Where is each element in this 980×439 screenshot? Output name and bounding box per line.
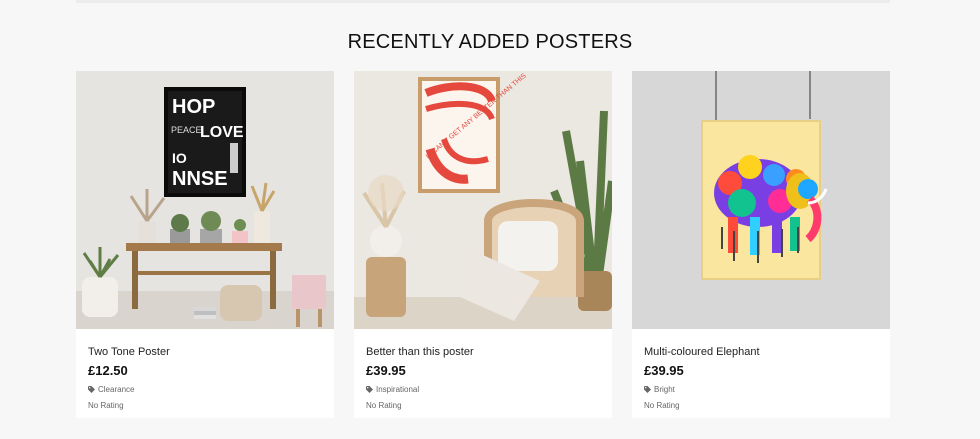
product-price: £39.95: [644, 363, 684, 378]
product-category[interactable]: Bright: [644, 385, 675, 394]
product-card[interactable]: IT CAN'T GET ANY BETTER THAN THIS Better…: [354, 71, 612, 418]
category-label[interactable]: Clearance: [98, 385, 134, 394]
product-image[interactable]: [632, 71, 890, 329]
product-price: £12.50: [88, 363, 128, 378]
tag-icon: [366, 386, 373, 393]
tag-icon: [644, 386, 651, 393]
section-heading: RECENTLY ADDED POSTERS: [347, 31, 633, 53]
product-title[interactable]: Better than this poster: [366, 346, 474, 358]
product-rating: No Rating: [88, 401, 124, 410]
product-category[interactable]: Clearance: [88, 385, 134, 394]
product-title[interactable]: Two Tone Poster: [88, 346, 170, 358]
tag-icon: [88, 386, 95, 393]
product-category[interactable]: Inspirational: [366, 385, 419, 394]
product-grid: HOP LOVE PEACE IO NNSE Two Tone Poster £…: [76, 71, 890, 421]
svg-text:IO: IO: [172, 150, 187, 166]
product-rating: No Rating: [366, 401, 402, 410]
product-card[interactable]: HOP LOVE PEACE IO NNSE Two Tone Poster £…: [76, 71, 334, 418]
svg-text:NNSE: NNSE: [172, 168, 228, 190]
top-divider: [76, 0, 890, 3]
product-rating: No Rating: [644, 401, 680, 410]
svg-text:PEACE: PEACE: [171, 125, 202, 135]
product-image[interactable]: IT CAN'T GET ANY BETTER THAN THIS: [354, 71, 612, 329]
svg-text:LOVE: LOVE: [200, 124, 244, 141]
product-card[interactable]: Multi-coloured Elephant £39.95 Bright No…: [632, 71, 890, 418]
category-label[interactable]: Inspirational: [376, 385, 419, 394]
product-title[interactable]: Multi-coloured Elephant: [644, 346, 760, 358]
product-image[interactable]: HOP LOVE PEACE IO NNSE: [76, 71, 334, 329]
product-price: £39.95: [366, 363, 406, 378]
poster-text: HOP: [172, 96, 215, 118]
category-label[interactable]: Bright: [654, 385, 675, 394]
